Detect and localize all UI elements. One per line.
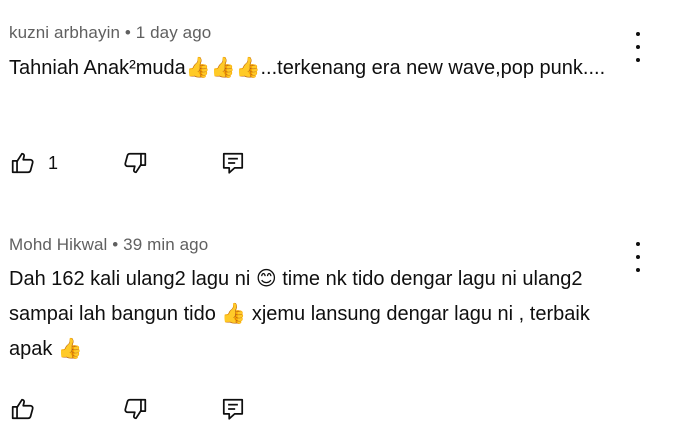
comment-meta: kuzni arbhayin • 1 day ago [9, 23, 211, 43]
comments-page: kuzni arbhayin • 1 day ago Tahniah Anak²… [0, 0, 678, 432]
reply-button[interactable] [220, 394, 246, 424]
comment-time[interactable]: 39 min ago [123, 235, 208, 254]
ellipsis-dot [636, 268, 640, 272]
vertical-ellipsis-icon [636, 32, 640, 36]
comment-time[interactable]: 1 day ago [136, 23, 212, 42]
thumbs-up-icon [10, 396, 36, 422]
ellipsis-dot [636, 45, 640, 49]
reply-comment-icon [220, 150, 246, 176]
ellipsis-dot [636, 255, 640, 259]
meta-separator: • [112, 235, 119, 254]
reply-comment-icon [220, 396, 246, 422]
comment-actions: 1 [0, 148, 678, 178]
reply-button[interactable] [220, 148, 246, 178]
comment-text: Dah 162 kali ulang2 lagu ni 😊 time nk ti… [9, 268, 590, 360]
meta-separator: • [124, 23, 131, 42]
comment-text: Tahniah Anak²muda👍👍👍...terkenang era new… [9, 57, 606, 79]
comment-meta: Mohd Hikwal • 39 min ago [9, 235, 208, 255]
comment-item: kuzni arbhayin • 1 day ago Tahniah Anak²… [0, 0, 678, 200]
more-options-button[interactable] [630, 32, 646, 62]
like-count: 1 [48, 152, 59, 173]
comment-actions [0, 394, 678, 424]
more-options-button[interactable] [630, 242, 646, 272]
vertical-ellipsis-icon [636, 242, 640, 246]
comment-item: Mohd Hikwal • 39 min ago Dah 162 kali ul… [0, 212, 678, 432]
dislike-button[interactable] [122, 394, 148, 424]
ellipsis-dot [636, 58, 640, 62]
like-button[interactable] [10, 394, 48, 424]
comment-author[interactable]: Mohd Hikwal [9, 235, 107, 254]
thumbs-down-icon [122, 396, 148, 422]
dislike-button[interactable] [122, 148, 148, 178]
thumbs-up-icon [10, 150, 36, 176]
comment-author[interactable]: kuzni arbhayin [9, 23, 120, 42]
like-button[interactable]: 1 [10, 148, 58, 178]
thumbs-down-icon [122, 150, 148, 176]
